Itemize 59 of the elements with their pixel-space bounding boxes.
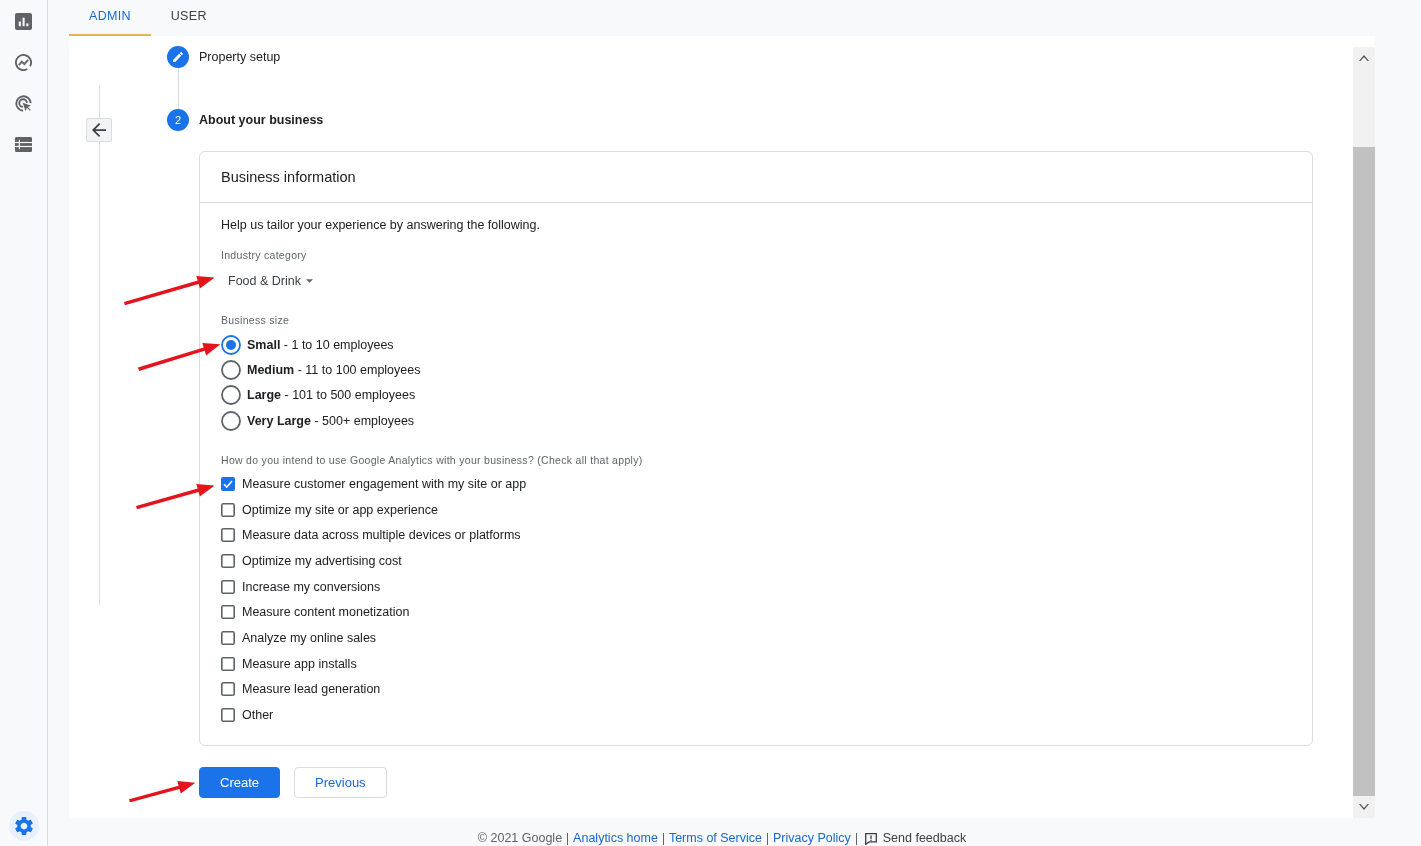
- checkbox[interactable]: [221, 579, 235, 594]
- copyright-text: © 2021 Google: [477, 831, 563, 846]
- caret-icon: [305, 279, 313, 283]
- gear-icon: [14, 817, 33, 835]
- back-button[interactable]: [86, 118, 112, 142]
- bar-chart-icon[interactable]: [15, 13, 32, 30]
- radio-button[interactable]: [221, 334, 241, 355]
- footer-link[interactable]: Terms of Service: [668, 831, 762, 846]
- radio-button[interactable]: [221, 410, 241, 431]
- scrollbar-thumb[interactable]: [1353, 147, 1375, 796]
- option-label: Large - 101 to 500 employees: [247, 388, 416, 403]
- step-label: About your business: [199, 113, 324, 127]
- field-label: Business size: [221, 313, 291, 327]
- tab[interactable]: USER: [150, 0, 227, 36]
- scrollbar[interactable]: [1353, 47, 1375, 818]
- option-label: Medium - 11 to 100 employees: [247, 363, 421, 377]
- checkbox[interactable]: [221, 502, 235, 517]
- list-icon[interactable]: [15, 136, 32, 153]
- option-label: Analyze my online sales: [242, 631, 377, 646]
- admin-button[interactable]: [8, 811, 39, 841]
- step-label: Property setup: [199, 50, 281, 64]
- card-title: Business information: [200, 152, 1312, 203]
- scroll-down-icon[interactable]: [1359, 804, 1369, 810]
- step-number: 2: [167, 109, 189, 131]
- option-label: Measure lead generation: [242, 682, 381, 697]
- checkbox[interactable]: [221, 528, 235, 543]
- radio-button[interactable]: [221, 360, 241, 380]
- radio-button[interactable]: [221, 385, 241, 406]
- industry-dropdown[interactable]: Food & Drink: [221, 268, 320, 294]
- footer-link[interactable]: Analytics home: [573, 831, 658, 846]
- checkbox[interactable]: [221, 656, 235, 671]
- option-label: Measure content monetization: [242, 605, 410, 620]
- checkbox[interactable]: [221, 708, 235, 723]
- field-label: How do you intend to use Google Analytics with your business? (Check all that apply): [221, 453, 644, 468]
- trend-circle-icon[interactable]: [15, 54, 32, 71]
- arrow-left-icon: [92, 123, 106, 137]
- option-label: Small - 1 to 10 employees: [247, 337, 394, 352]
- create-button[interactable]: Create: [199, 766, 281, 798]
- option-label: Optimize my site or app experience: [242, 502, 438, 517]
- field-label: Industry category: [221, 248, 308, 262]
- footer-link[interactable]: Privacy Policy: [772, 831, 851, 846]
- option-label: Other: [242, 708, 274, 723]
- option-label: Optimize my advertising cost: [242, 554, 402, 569]
- option-label: Measure app installs: [242, 656, 357, 671]
- checkbox[interactable]: [221, 554, 235, 569]
- checkbox[interactable]: [221, 477, 235, 492]
- option-label: Measure customer engagement with my site or app: [242, 477, 527, 492]
- option-label: Measure data across multiple devices or platforms: [242, 528, 521, 543]
- scroll-up-icon[interactable]: [1359, 55, 1369, 61]
- send-feedback-link[interactable]: Send feedback: [864, 831, 967, 846]
- target-cursor-icon[interactable]: [15, 95, 32, 112]
- option-label: Very Large - 500+ employees: [247, 413, 415, 428]
- checkbox[interactable]: [221, 631, 235, 646]
- checkbox[interactable]: [221, 682, 235, 697]
- feedback-icon: [864, 832, 877, 845]
- checkbox[interactable]: [221, 605, 235, 620]
- intro-text: Help us tailor your experience by answering the following.: [221, 217, 541, 234]
- option-label: Increase my conversions: [242, 579, 381, 594]
- previous-button[interactable]: Previous: [294, 766, 387, 798]
